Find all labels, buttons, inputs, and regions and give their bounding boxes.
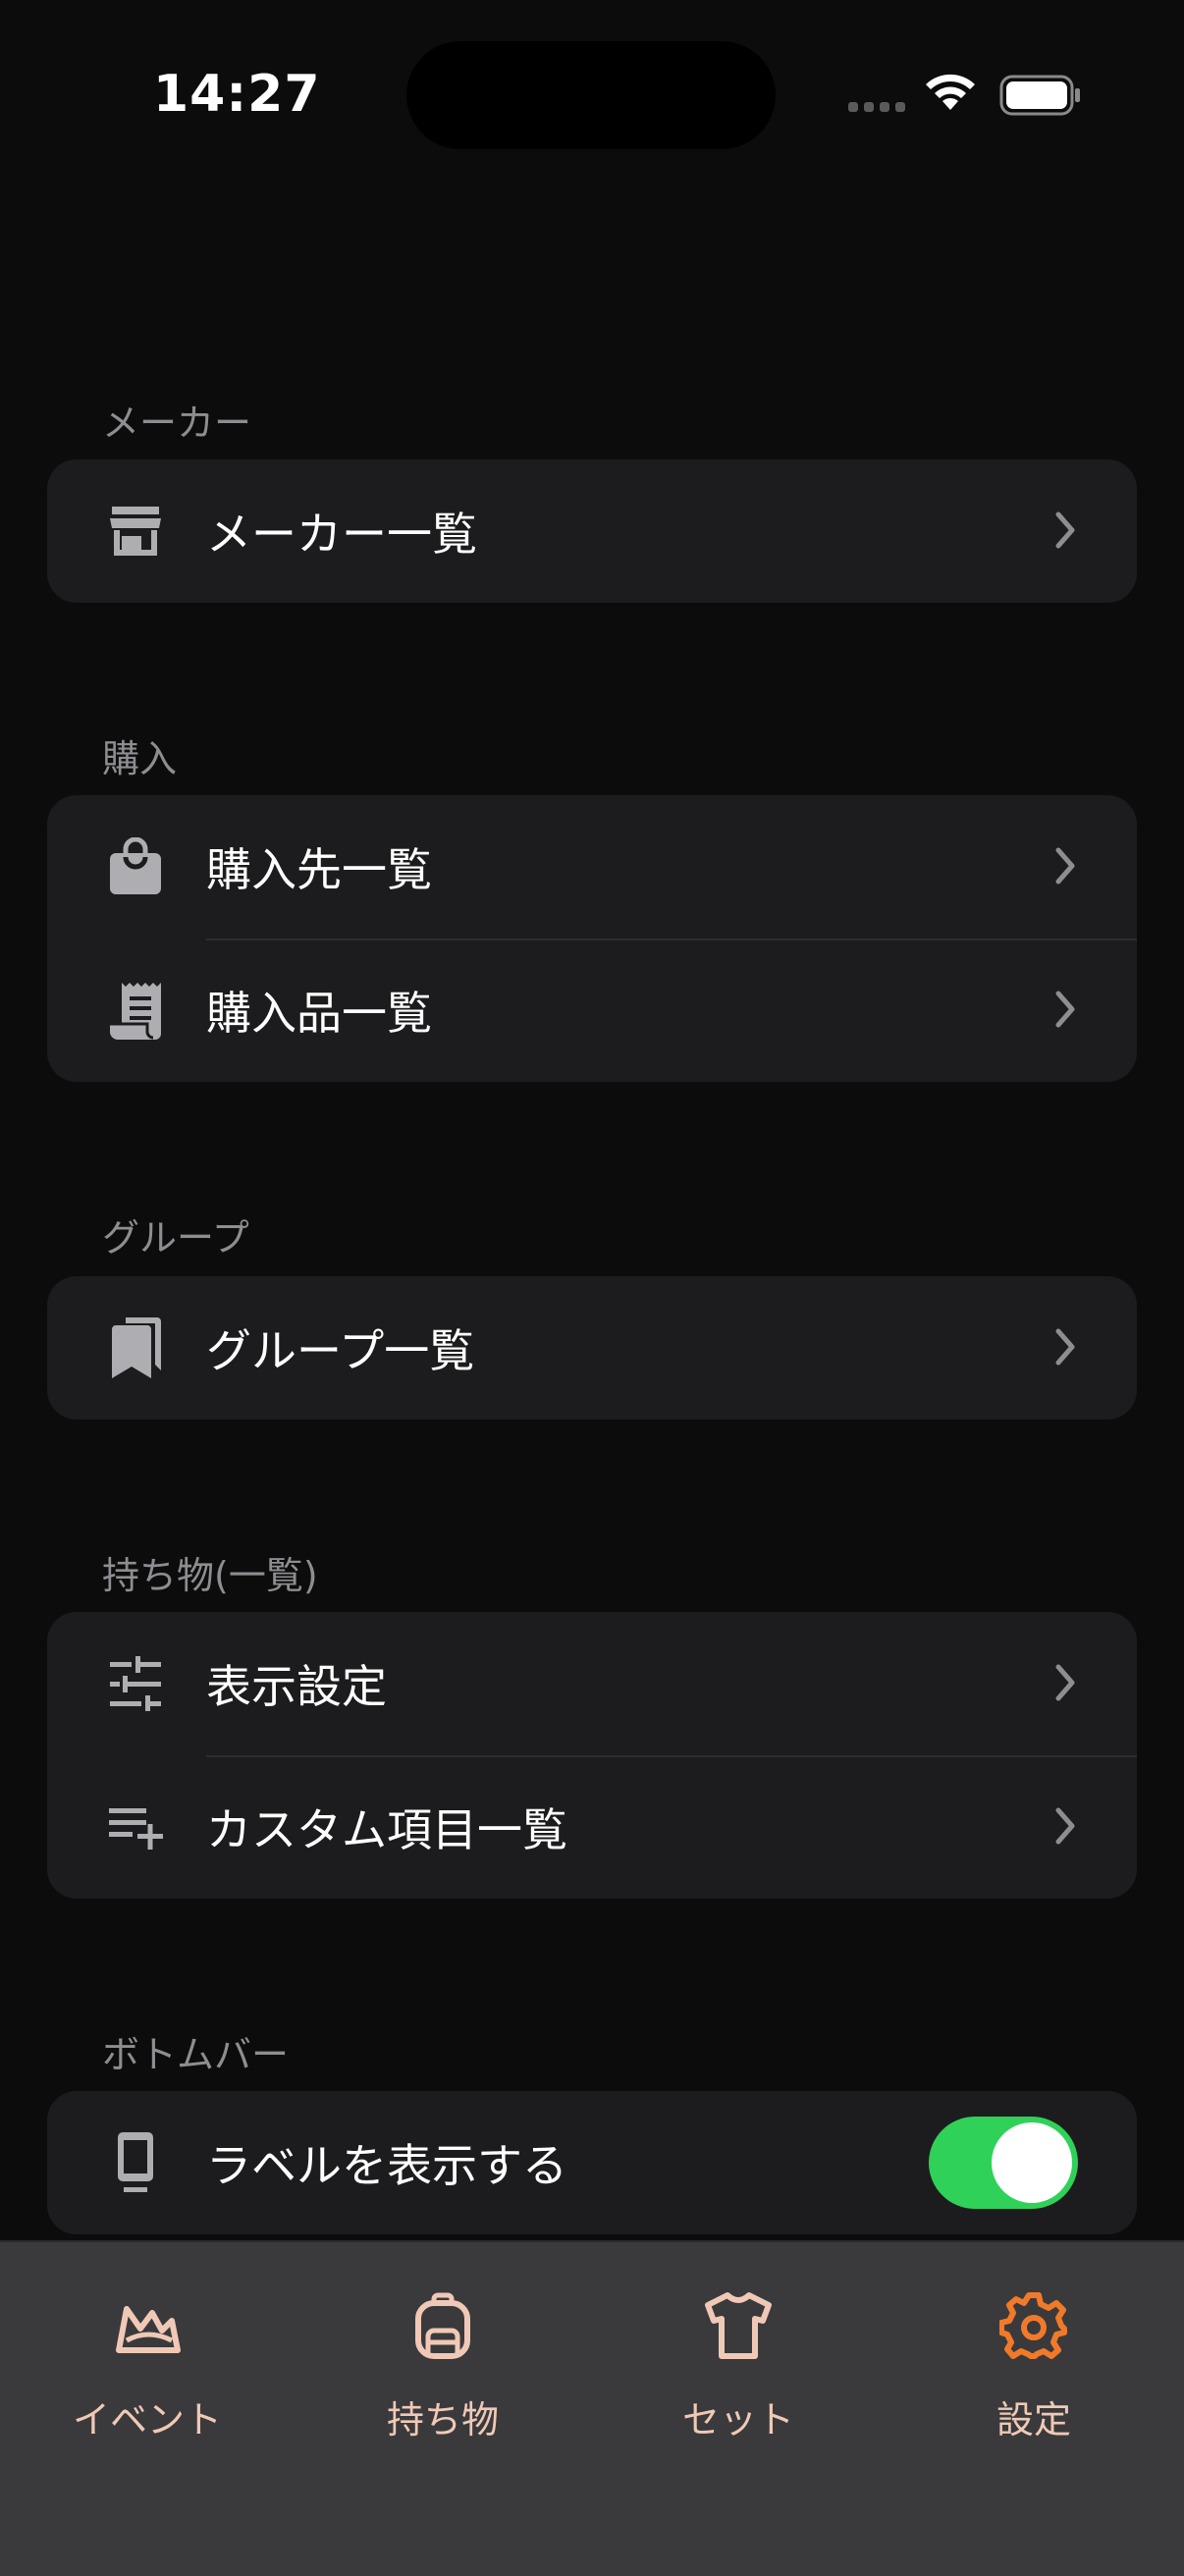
store-icon: [106, 502, 165, 561]
bookmarks-icon: [106, 1317, 165, 1378]
maker-list-row[interactable]: メーカー一覧: [47, 459, 1137, 603]
chevron-right-icon: [1055, 1664, 1075, 1701]
show-labels-row: ラベルを表示する: [47, 2091, 1137, 2234]
custom-fields-label: カスタム項目一覧: [206, 1803, 567, 1856]
group-card: グループ一覧: [47, 1276, 1137, 1420]
bottombar-card: ラベルを表示する: [47, 2091, 1137, 2234]
playlist-add-icon: [106, 1798, 165, 1856]
section-label-maker: メーカー: [102, 402, 252, 445]
receipt-icon: [106, 981, 165, 1040]
tab-settings-label: 設定: [996, 2398, 1071, 2442]
tab-event[interactable]: イベント: [29, 2242, 265, 2478]
shopping-bag-icon: [106, 837, 165, 896]
belongings-card: 表示設定 カスタム項目一覧: [47, 1612, 1137, 1899]
purchased-items-label: 購入品一覧: [206, 987, 432, 1040]
section-label-belongings: 持ち物(一覧): [102, 1554, 318, 1597]
chevron-right-icon: [1055, 1807, 1075, 1845]
section-label-purchase: 購入: [102, 737, 178, 780]
maker-card: メーカー一覧: [47, 459, 1137, 603]
show-labels-toggle[interactable]: [929, 2117, 1078, 2209]
toggle-knob: [992, 2122, 1072, 2203]
show-labels-label: ラベルを表示する: [206, 2139, 567, 2192]
tab-set[interactable]: セット: [620, 2242, 856, 2478]
maker-list-label: メーカー一覧: [206, 508, 477, 561]
shirt-icon: [705, 2292, 772, 2359]
chevron-right-icon: [1055, 1328, 1075, 1366]
section-label-group: グループ: [102, 1216, 249, 1260]
custom-fields-row[interactable]: カスタム項目一覧: [47, 1755, 1137, 1899]
chevron-right-icon: [1055, 847, 1075, 885]
wifi-icon: [926, 74, 975, 110]
display-settings-row[interactable]: 表示設定: [47, 1612, 1137, 1755]
tab-belongings-label: 持ち物: [386, 2398, 499, 2442]
section-label-bottombar: ボトムバー: [102, 2033, 290, 2076]
tab-bar: イベント 持ち物 セット 設定: [0, 2240, 1184, 2576]
purchase-card: 購入先一覧 購入品一覧: [47, 795, 1137, 1082]
tab-set-label: セット: [681, 2398, 794, 2442]
purchased-items-row[interactable]: 購入品一覧: [47, 939, 1137, 1082]
crown-icon: [116, 2306, 181, 2353]
display-settings-label: 表示設定: [206, 1660, 387, 1713]
tab-belongings[interactable]: 持ち物: [325, 2242, 561, 2478]
sliders-icon: [106, 1654, 165, 1713]
status-time: 14:27: [153, 65, 321, 124]
chevron-right-icon: [1055, 991, 1075, 1028]
tab-settings[interactable]: 設定: [916, 2242, 1152, 2478]
backpack-icon: [415, 2292, 470, 2359]
chevron-right-icon: [1055, 511, 1075, 549]
shop-list-row[interactable]: 購入先一覧: [47, 795, 1137, 939]
cellular-signal-icon: [848, 102, 905, 112]
group-list-label: グループ一覧: [206, 1324, 475, 1377]
gear-icon: [999, 2292, 1067, 2359]
group-list-row[interactable]: グループ一覧: [47, 1276, 1137, 1420]
tab-event-label: イベント: [72, 2398, 222, 2442]
battery-icon: [999, 75, 1080, 116]
phone-icon: [106, 2132, 165, 2192]
dynamic-island: [406, 41, 776, 149]
shop-list-label: 購入先一覧: [206, 843, 432, 896]
